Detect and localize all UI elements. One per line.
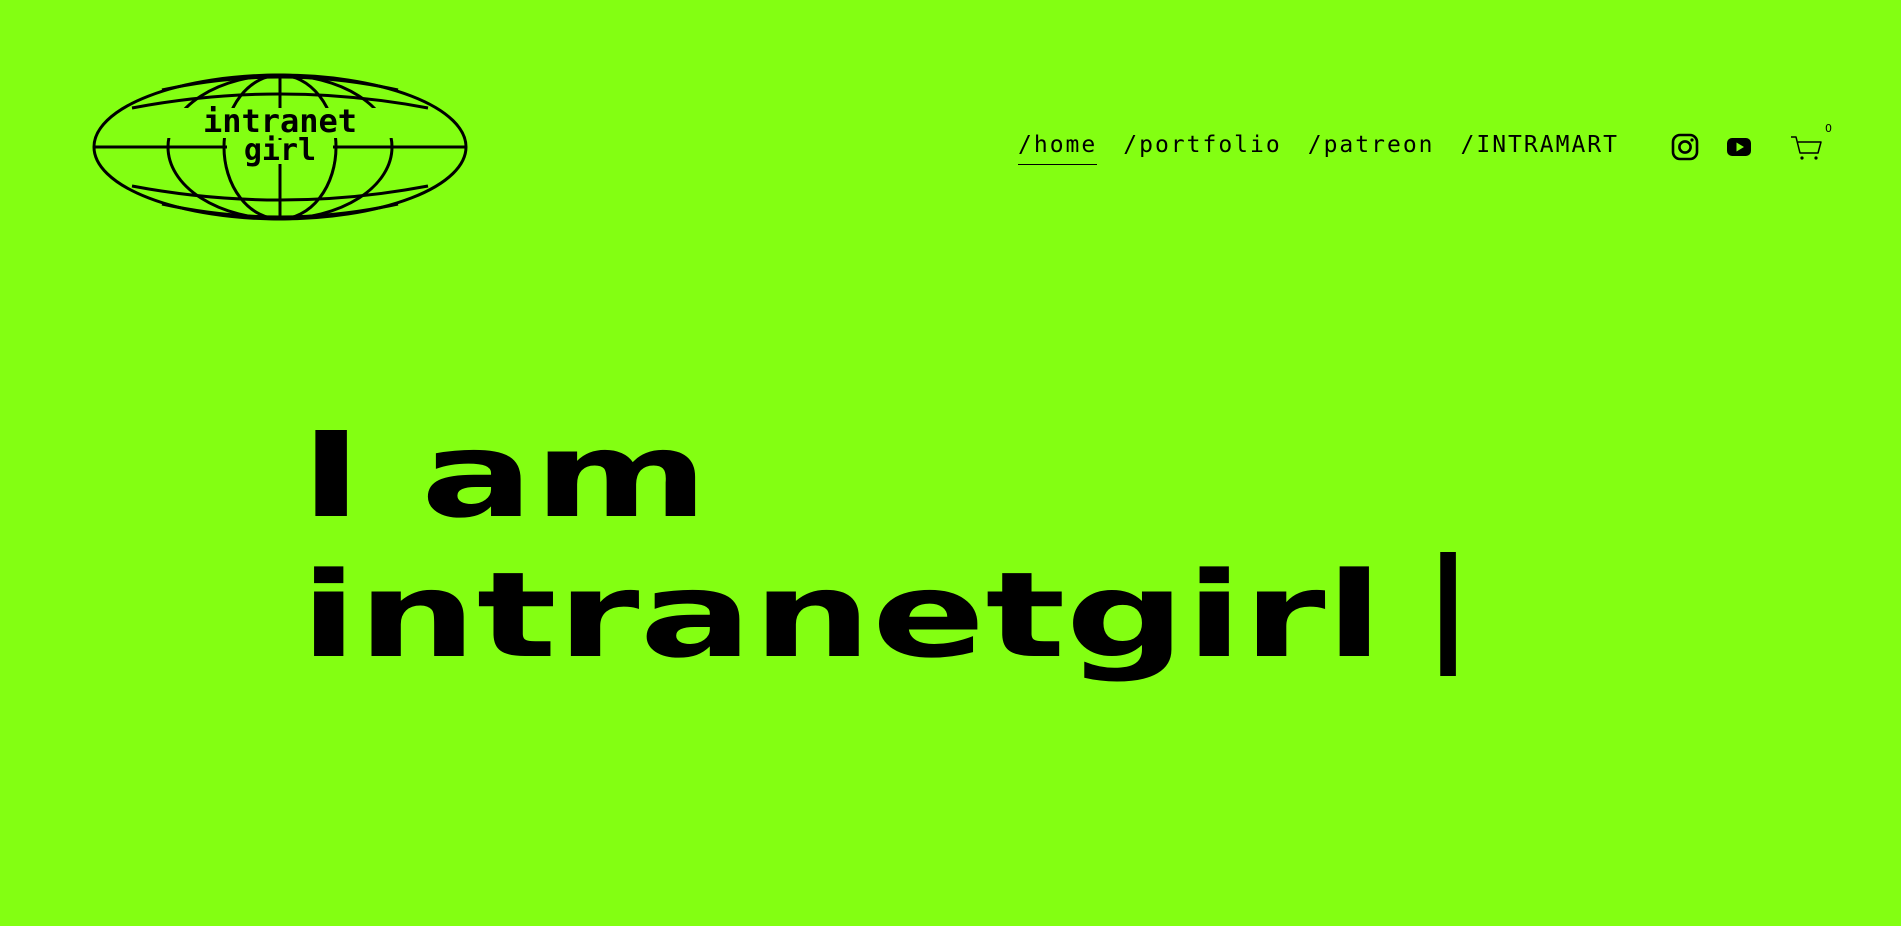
header-icons: 0 bbox=[1670, 122, 1832, 162]
main-nav: /home /portfolio /patreon /INTRAMART bbox=[1018, 130, 1645, 165]
hero-line-2-text: intranetgirl bbox=[300, 546, 1384, 684]
nav-intramart[interactable]: /INTRAMART bbox=[1461, 130, 1619, 165]
youtube-icon[interactable] bbox=[1724, 132, 1754, 162]
cart-button[interactable]: 0 bbox=[1790, 122, 1832, 162]
cart-icon bbox=[1791, 136, 1822, 160]
nav-home[interactable]: /home bbox=[1018, 130, 1098, 165]
nav-patreon[interactable]: /patreon bbox=[1308, 130, 1435, 165]
hero-line-2: intranetgirl bbox=[300, 545, 1901, 685]
site-logo[interactable]: intranet girl bbox=[92, 72, 468, 222]
hero-line-1: I am bbox=[300, 406, 709, 544]
instagram-icon[interactable] bbox=[1670, 132, 1700, 162]
globe-logo-icon: intranet girl bbox=[92, 73, 468, 221]
cart-count-badge: 0 bbox=[1825, 122, 1832, 135]
site-header: intranet girl /home /portfolio /patreon … bbox=[0, 0, 1901, 222]
logo-text-line2: girl bbox=[244, 133, 316, 168]
hero-section: I am intranetgirl bbox=[300, 405, 1700, 685]
nav-portfolio[interactable]: /portfolio bbox=[1123, 130, 1281, 165]
typing-caret bbox=[1439, 552, 1456, 676]
